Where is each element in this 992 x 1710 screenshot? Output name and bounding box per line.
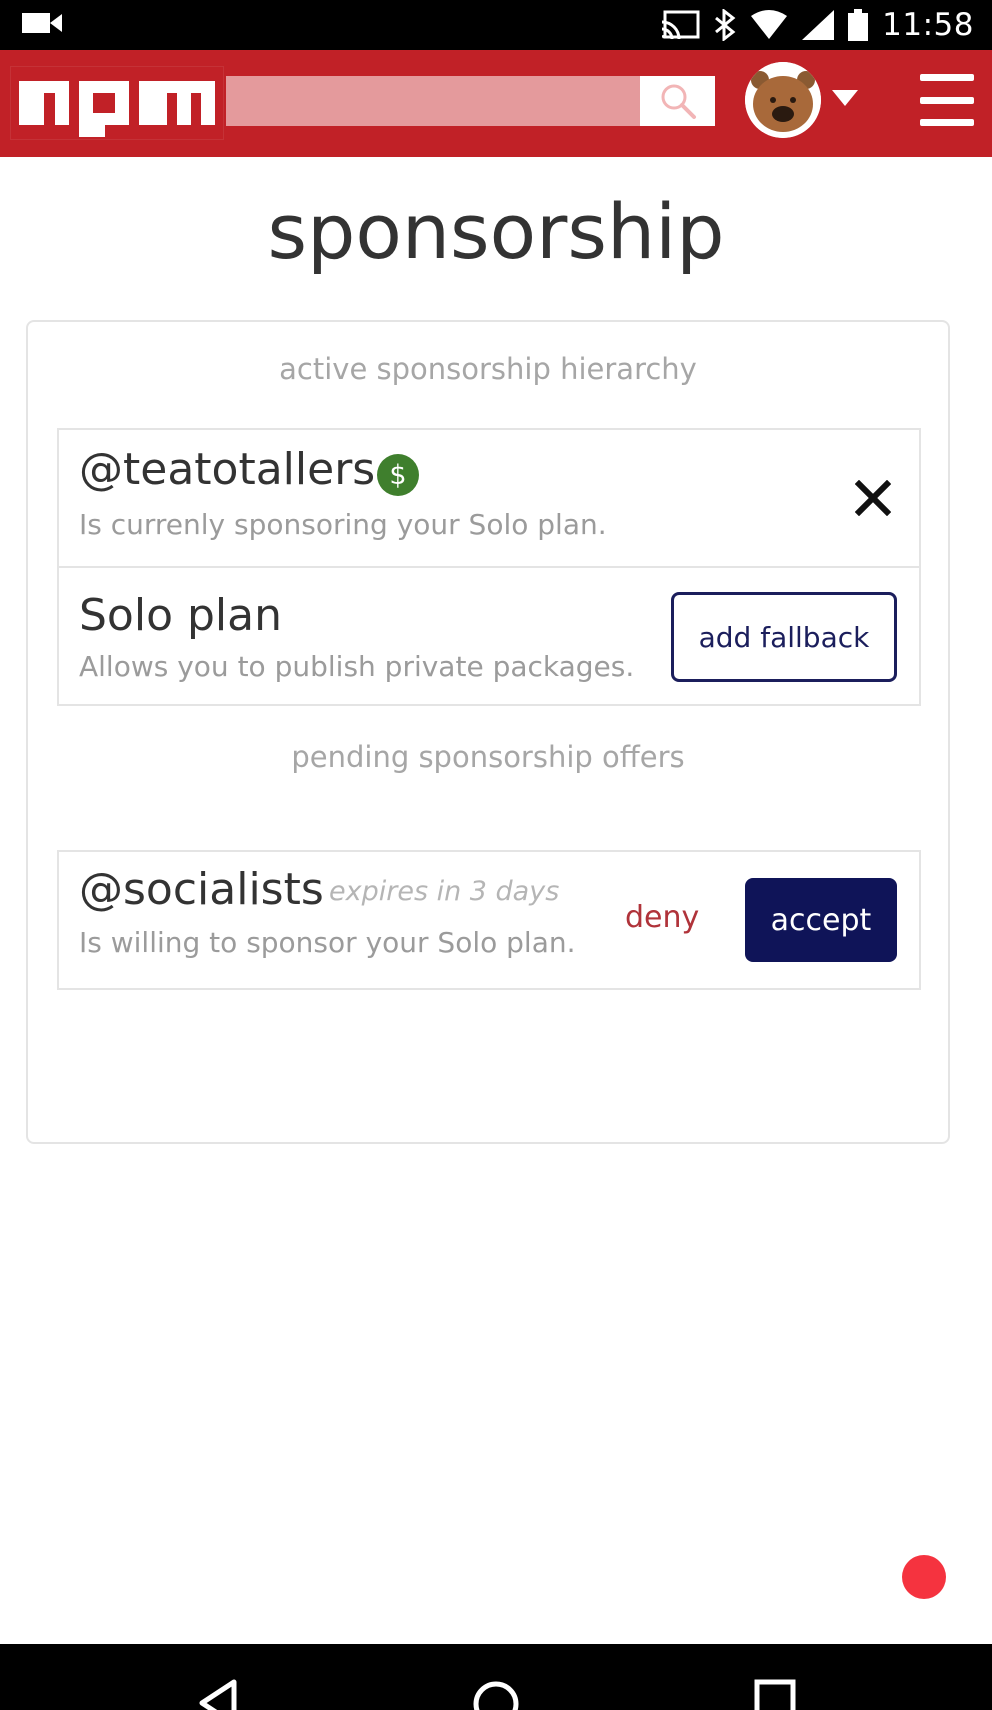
page-title: sponsorship bbox=[267, 187, 725, 276]
recents-icon[interactable] bbox=[753, 1678, 797, 1710]
video-camera-icon bbox=[22, 13, 62, 33]
pending-offers-heading: pending sponsorship offers bbox=[291, 740, 685, 774]
close-icon bbox=[855, 480, 891, 516]
sponsor-name: @teatotallers bbox=[79, 444, 376, 495]
offer-sponsor-name: @socialists bbox=[79, 864, 324, 915]
bluetooth-icon bbox=[715, 9, 736, 41]
offer-description: Is willing to sponsor your Solo plan. bbox=[79, 926, 576, 959]
menu-line bbox=[920, 119, 974, 126]
npm-header bbox=[0, 50, 992, 157]
pending-offer-row: @socialists expires in 3 days Is willing… bbox=[57, 850, 921, 990]
dollar-badge-icon: $ bbox=[377, 454, 419, 496]
back-icon[interactable] bbox=[196, 1678, 240, 1710]
search-button[interactable] bbox=[640, 76, 715, 126]
search-input[interactable] bbox=[226, 76, 644, 126]
status-icons: 11:58 bbox=[662, 0, 974, 50]
battery-icon bbox=[848, 9, 869, 41]
search-icon bbox=[661, 84, 696, 119]
add-fallback-button[interactable]: add fallback bbox=[671, 592, 897, 682]
deny-offer-button[interactable]: deny bbox=[625, 900, 699, 935]
accept-offer-button[interactable]: accept bbox=[745, 878, 897, 962]
status-bar: 11:58 bbox=[0, 0, 992, 50]
solo-plan-row: Solo plan Allows you to publish private … bbox=[57, 566, 921, 706]
wifi-icon bbox=[751, 10, 788, 39]
floating-action-dot[interactable] bbox=[902, 1555, 946, 1599]
offer-expiry: expires in 3 days bbox=[329, 876, 560, 907]
user-avatar[interactable] bbox=[745, 62, 821, 138]
home-icon[interactable] bbox=[470, 1678, 522, 1710]
active-sponsorship-heading: active sponsorship hierarchy bbox=[279, 352, 697, 386]
active-sponsor-row: @teatotallers $ Is currenly sponsoring y… bbox=[57, 428, 921, 568]
wombat-avatar bbox=[745, 62, 821, 138]
menu-line bbox=[920, 96, 974, 104]
remove-sponsor-button[interactable] bbox=[851, 476, 895, 520]
menu-line bbox=[920, 74, 974, 81]
hamburger-menu-icon[interactable] bbox=[920, 74, 974, 126]
caret-down-icon[interactable] bbox=[832, 90, 858, 106]
sponsor-description: Is currenly sponsoring your Solo plan. bbox=[79, 508, 607, 541]
sponsorship-card: active sponsorship hierarchy @teatotalle… bbox=[26, 320, 950, 1144]
android-nav-bar bbox=[0, 1644, 992, 1710]
npm-logo-mark bbox=[19, 81, 215, 137]
cast-icon bbox=[662, 10, 700, 40]
signal-icon bbox=[802, 10, 835, 40]
plan-name: Solo plan bbox=[79, 590, 282, 641]
npm-logo[interactable] bbox=[10, 66, 224, 140]
plan-description: Allows you to publish private packages. bbox=[79, 650, 635, 683]
clock: 11:58 bbox=[882, 7, 974, 43]
